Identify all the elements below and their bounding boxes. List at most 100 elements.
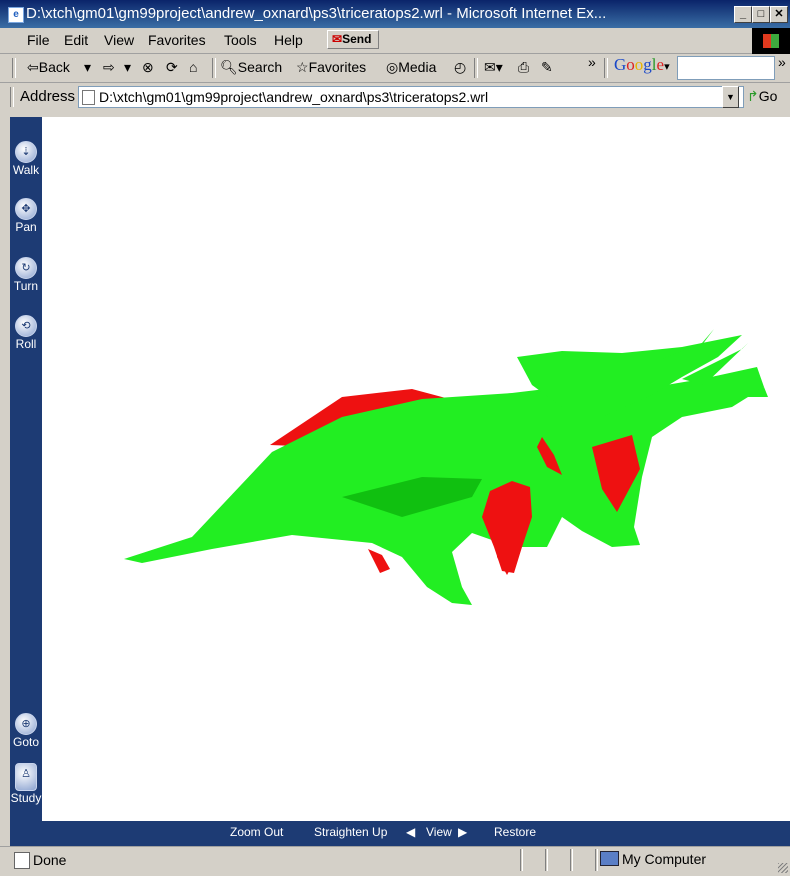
go-arrow-icon: ↱	[747, 88, 759, 104]
back-label: Back	[38, 59, 70, 75]
triceratops-back-foot-red	[368, 549, 390, 573]
view-previous-icon[interactable]: ◀	[406, 825, 415, 839]
google-dropdown-icon[interactable]: ▾	[664, 61, 670, 73]
status-divider	[595, 849, 598, 871]
edit-icon[interactable]: ✎	[541, 59, 553, 76]
google-search-input[interactable]	[677, 56, 775, 80]
google-overflow[interactable]: »	[778, 54, 786, 70]
favorites-button[interactable]: ☆Favorites	[296, 59, 366, 76]
menu-tools[interactable]: Tools	[224, 32, 257, 48]
menu-view[interactable]: View	[104, 32, 134, 48]
status-divider	[545, 849, 548, 871]
roll-button[interactable]: ⟲ Roll	[10, 315, 42, 351]
google-letter: e	[656, 55, 665, 74]
windows-logo	[752, 28, 790, 54]
media-button[interactable]: ◎Media	[386, 59, 436, 76]
menu-file[interactable]: File	[27, 32, 50, 48]
turn-button[interactable]: ↻ Turn	[10, 257, 42, 293]
restore-button[interactable]: Restore	[494, 825, 536, 839]
maximize-button[interactable]: □	[752, 6, 770, 23]
menu-favorites[interactable]: Favorites	[148, 32, 206, 48]
favorites-label: Favorites	[308, 59, 367, 75]
refresh-icon[interactable]: ⟳	[166, 59, 178, 76]
triceratops-front-leg-red	[482, 481, 532, 573]
send-icon: ✉	[332, 32, 343, 46]
address-label: Address	[20, 88, 76, 105]
media-icon: ◎	[386, 59, 399, 75]
go-label: Go	[758, 88, 778, 104]
turn-icon: ↻	[15, 257, 37, 279]
walk-label: Walk	[12, 163, 40, 177]
google-letter: o	[626, 55, 635, 74]
back-button[interactable]: ⇦Back	[27, 59, 70, 76]
send-button[interactable]: ✉Send	[327, 30, 379, 49]
straighten-up-button[interactable]: Straighten Up	[314, 825, 387, 839]
toolbar-separator	[212, 58, 216, 78]
security-zone: My Computer	[622, 851, 707, 867]
mail-icon[interactable]: ✉▾	[484, 59, 503, 76]
forward-dropdown-icon[interactable]: ▾	[124, 59, 131, 76]
status-text: Done	[33, 852, 67, 868]
address-input[interactable]: D:\xtch\gm01\gm99project\andrew_oxnard\p…	[78, 86, 744, 108]
send-label: Send	[342, 32, 372, 46]
back-dropdown-icon[interactable]: ▾	[84, 59, 91, 76]
pan-button[interactable]: ✥ Pan	[10, 198, 42, 234]
walk-icon: ⇣	[15, 141, 37, 163]
menu-help[interactable]: Help	[274, 32, 303, 48]
view-next-icon[interactable]: ▶	[458, 825, 467, 839]
google-letter: o	[634, 55, 644, 74]
vrml-viewport[interactable]	[42, 117, 790, 821]
zoom-out-button[interactable]: Zoom Out	[230, 825, 283, 839]
pan-label: Pan	[15, 220, 37, 234]
address-grip	[10, 87, 14, 107]
vrml-bottom-bar: Zoom Out Straighten Up ◀ View ▶ Restore	[10, 821, 790, 846]
search-icon: 🔍︎	[220, 59, 238, 75]
study-icon: ♙	[15, 763, 37, 791]
close-button[interactable]: ✕	[770, 6, 788, 23]
toolbar-grip	[12, 58, 16, 78]
forward-button[interactable]: ⇨	[103, 59, 115, 76]
document-icon	[82, 90, 95, 105]
ie-page-icon: e	[8, 7, 24, 23]
favorites-icon: ☆	[296, 59, 309, 75]
home-icon[interactable]: ⌂	[189, 59, 197, 75]
window-title: D:\xtch\gm01\gm99project\andrew_oxnard\p…	[26, 5, 607, 22]
goto-icon: ⊕	[15, 713, 37, 735]
walk-button[interactable]: ⇣ Walk	[10, 141, 42, 177]
history-icon[interactable]: ◴	[454, 59, 466, 76]
media-label: Media	[398, 59, 437, 75]
turn-label: Turn	[13, 279, 39, 293]
page-done-icon	[14, 852, 30, 869]
back-arrow-icon: ⇦	[27, 59, 39, 75]
menu-edit[interactable]: Edit	[64, 32, 88, 48]
status-divider	[520, 849, 523, 871]
address-dropdown-icon[interactable]: ▼	[722, 86, 739, 108]
goto-button[interactable]: ⊕ Goto	[10, 713, 42, 749]
google-letter: g	[643, 55, 652, 74]
search-button[interactable]: 🔍︎Search	[220, 59, 282, 76]
google-letter: G	[614, 55, 627, 74]
toolbar-overflow[interactable]: »	[588, 54, 596, 70]
status-divider	[570, 849, 573, 871]
resize-grip[interactable]	[778, 863, 788, 873]
stop-icon[interactable]: ⊗	[142, 59, 154, 76]
study-button[interactable]: ♙ Study	[10, 763, 42, 805]
study-label: Study	[10, 791, 42, 805]
triceratops-model[interactable]	[42, 117, 790, 821]
minimize-button[interactable]: _	[734, 6, 752, 23]
go-button[interactable]: ↱Go	[747, 88, 777, 105]
print-icon[interactable]: ⎙	[518, 59, 529, 76]
roll-label: Roll	[15, 337, 37, 351]
my-computer-icon	[600, 851, 619, 866]
view-label: View	[426, 825, 452, 839]
title-bar: e D:\xtch\gm01\gm99project\andrew_oxnard…	[0, 0, 790, 28]
standard-toolbar: ⇦Back ▾ ⇨ ▾ ⊗ ⟳ ⌂ 🔍︎Search ☆Favorites ◎M…	[0, 54, 790, 83]
search-label: Search	[237, 59, 283, 75]
toolbar-separator	[474, 58, 478, 78]
google-logo[interactable]: Google▾	[614, 55, 670, 75]
menu-bar: File Edit View Favorites Tools Help	[0, 28, 790, 54]
toolbar-separator	[604, 58, 608, 78]
pan-icon: ✥	[15, 198, 37, 220]
vrml-navigation-bar: ⇣ Walk ✥ Pan ↻ Turn ⟲ Roll ⊕ Goto ♙ Study	[10, 117, 42, 821]
windows-flag-icon	[763, 34, 779, 48]
